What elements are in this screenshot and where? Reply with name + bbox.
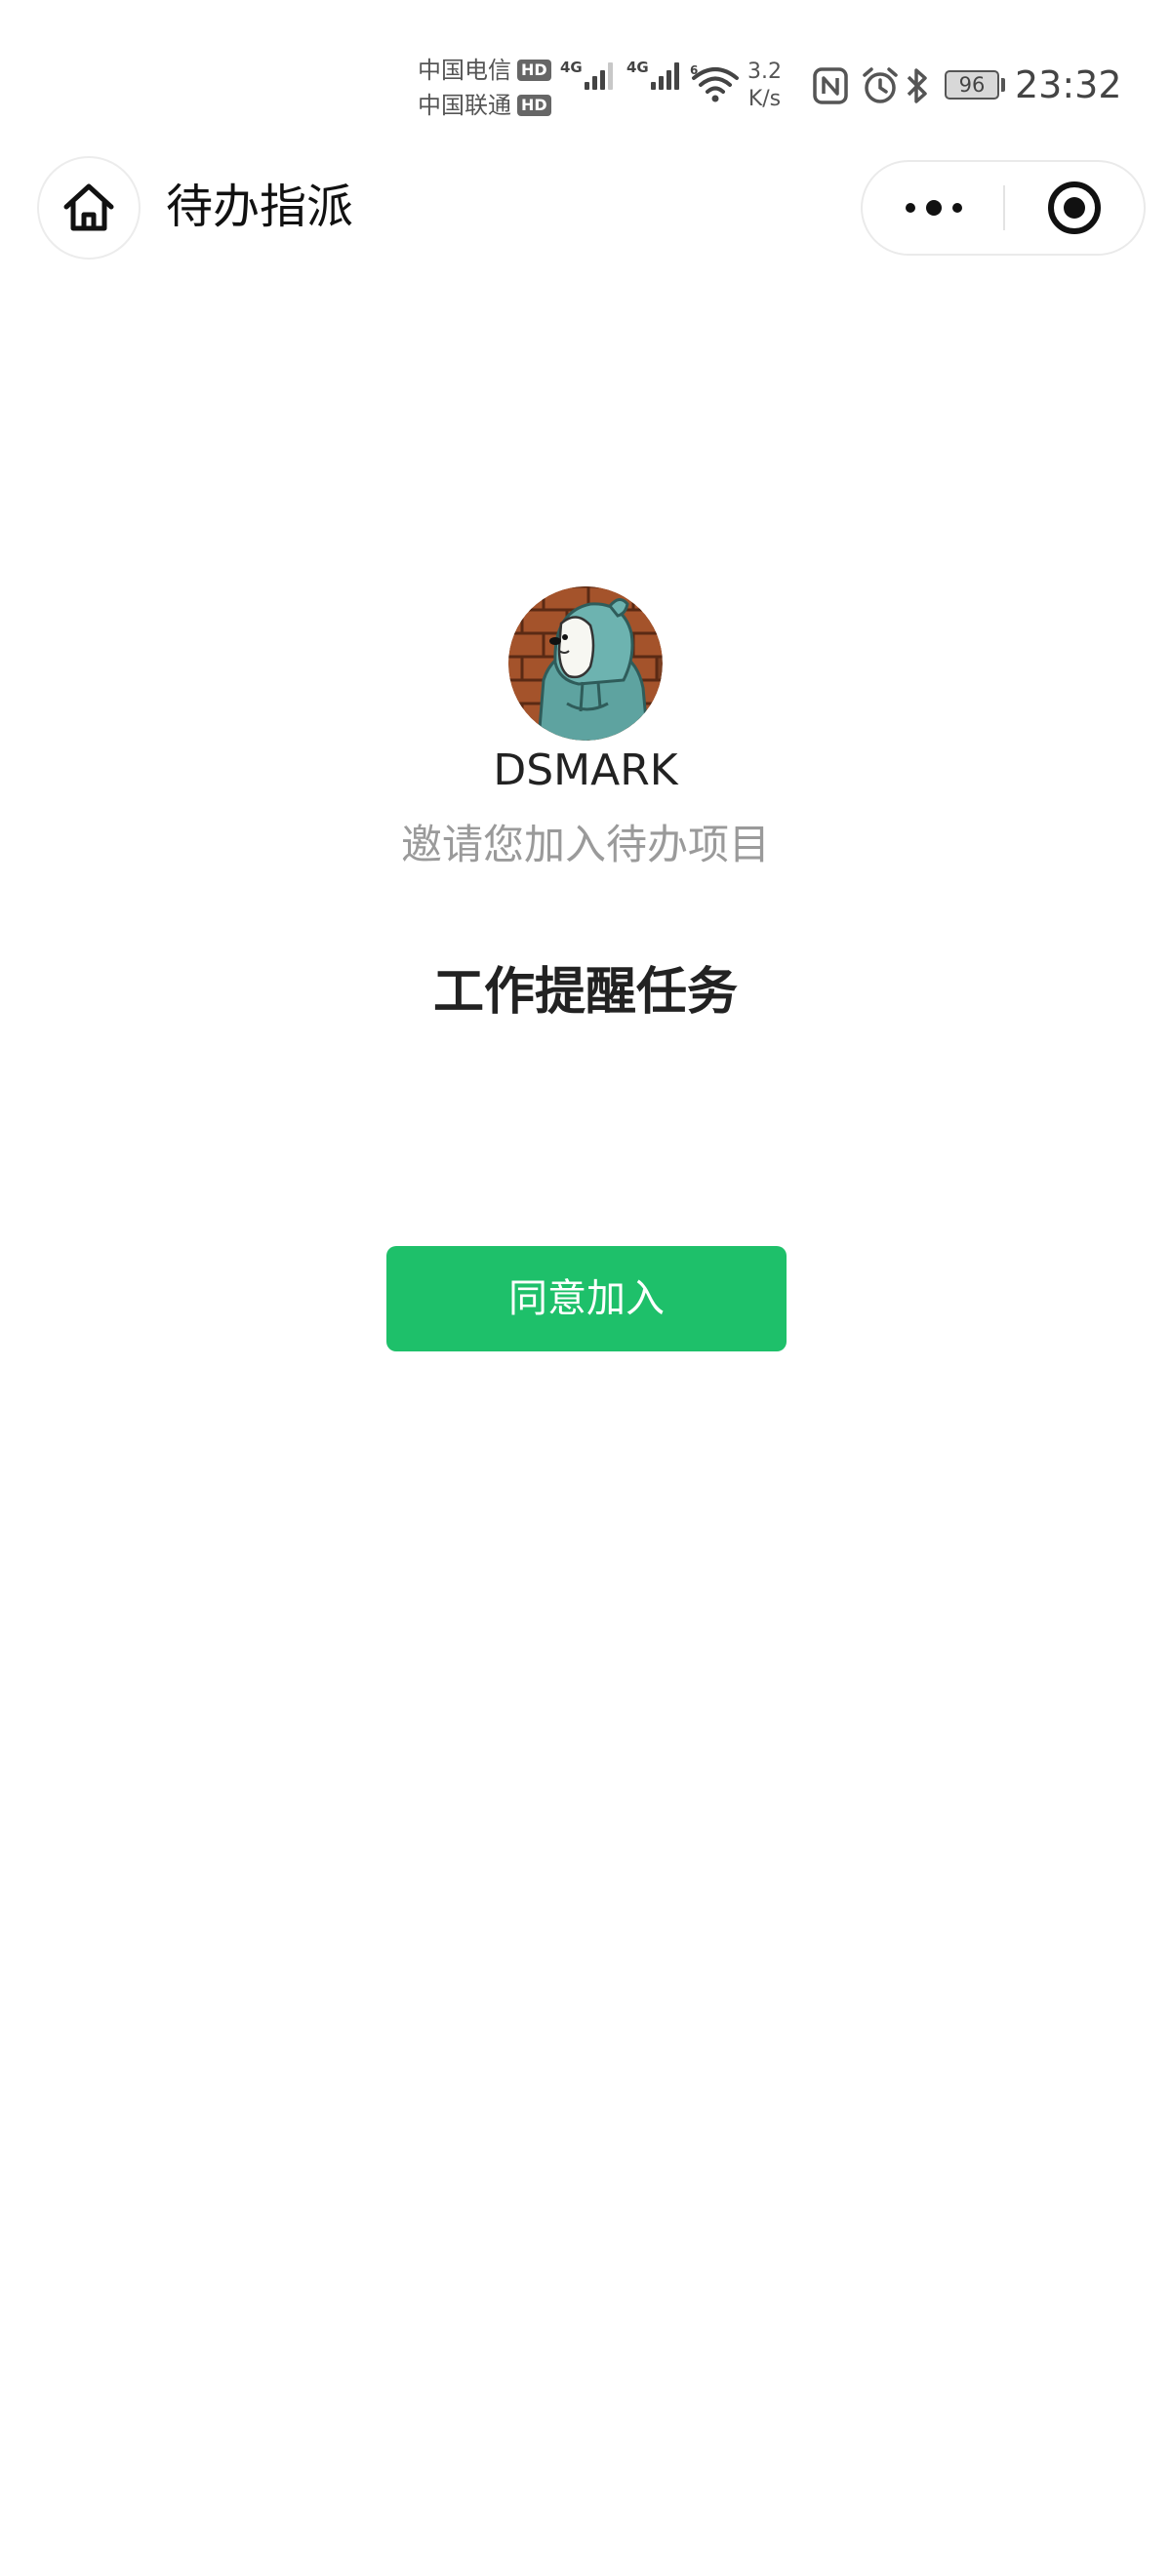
signal-bar bbox=[650, 82, 656, 90]
network-speed: 3.2 K/s bbox=[747, 59, 782, 113]
more-button[interactable] bbox=[863, 162, 1004, 254]
page-title: 待办指派 bbox=[166, 180, 354, 234]
status-bar: 中国电信 HD 中国联通 HD 4G 4G 6 3.2 K/s 96 23:32 bbox=[0, 0, 1171, 146]
carrier-row-1: 中国电信 HD bbox=[418, 53, 551, 88]
agree-join-button[interactable]: 同意加入 bbox=[386, 1246, 787, 1351]
status-clock: 23:32 bbox=[1015, 63, 1122, 106]
speed-value: 3.2 bbox=[747, 60, 782, 84]
battery-icon: 96 bbox=[945, 70, 999, 100]
carrier-2-label: 中国联通 bbox=[418, 92, 511, 119]
carrier-info: 中国电信 HD 中国联通 HD bbox=[418, 53, 551, 123]
project-title: 工作提醒任务 bbox=[432, 963, 738, 1022]
battery-tip bbox=[1001, 78, 1005, 92]
home-icon bbox=[61, 181, 117, 234]
more-dots-icon bbox=[903, 198, 965, 218]
hooded-bear-avatar bbox=[508, 586, 663, 741]
close-button[interactable] bbox=[1005, 162, 1144, 254]
avatar bbox=[508, 586, 663, 741]
battery-level: 96 bbox=[958, 73, 986, 97]
signal-2-icon: 4G bbox=[626, 59, 682, 90]
home-button[interactable] bbox=[37, 156, 141, 260]
invite-message: 邀请您加入待办项目 bbox=[400, 821, 770, 868]
inviter-name: DSMARK bbox=[493, 745, 678, 795]
nfc-icon bbox=[812, 66, 849, 109]
signal-bar bbox=[658, 76, 664, 90]
signal-bar bbox=[607, 62, 613, 90]
network-type-1: 4G bbox=[560, 59, 583, 76]
hd-badge: HD bbox=[517, 60, 551, 81]
signal-bar bbox=[673, 62, 679, 90]
carrier-1-label: 中国电信 bbox=[418, 57, 511, 84]
signal-bar bbox=[599, 70, 605, 90]
signal-bar bbox=[591, 76, 597, 90]
carrier-row-2: 中国联通 HD bbox=[418, 88, 551, 123]
signal-bar bbox=[666, 70, 671, 90]
signal-bar bbox=[584, 82, 589, 90]
wifi-badge: 6 bbox=[690, 64, 698, 77]
speed-unit: K/s bbox=[747, 87, 782, 111]
target-close-icon bbox=[1047, 181, 1102, 235]
network-type-2: 4G bbox=[626, 59, 649, 76]
alarm-icon bbox=[861, 66, 900, 109]
hd-badge: HD bbox=[517, 95, 551, 116]
signal-1-icon: 4G bbox=[560, 59, 616, 90]
bluetooth-icon bbox=[904, 64, 931, 111]
wifi-icon: 6 bbox=[688, 63, 743, 107]
mini-program-capsule bbox=[861, 160, 1146, 256]
